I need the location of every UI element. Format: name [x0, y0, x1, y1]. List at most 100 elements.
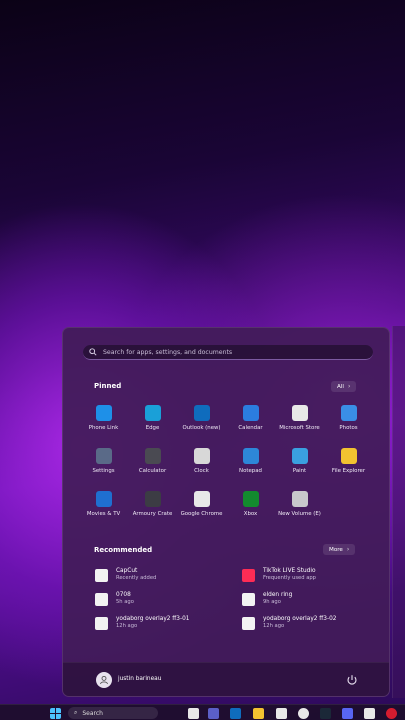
pinned-app-label: Google Chrome [180, 511, 223, 517]
pinned-title: Pinned [94, 382, 122, 390]
image-file-icon [95, 616, 108, 630]
start-search-box[interactable] [83, 345, 373, 360]
power-icon[interactable] [345, 673, 359, 687]
image-file-icon [242, 616, 255, 630]
search-input[interactable] [103, 348, 353, 356]
calendar-icon [242, 405, 259, 421]
recommended-text: yodaborg overlay2 ff3-01 12h ago [116, 616, 189, 630]
taskbar: ⌕ Search [0, 704, 405, 720]
pinned-app-label: File Explorer [331, 468, 366, 474]
secondary-panel-edge [392, 326, 405, 698]
chevron-right-icon: › [347, 383, 351, 390]
pinned-app-label: Xbox [243, 511, 258, 517]
file-explorer-taskbar-icon[interactable] [253, 708, 264, 719]
pinned-apps-grid: Phone Link Edge Outlook (new) Calendar Micro… [79, 402, 375, 525]
discord-icon[interactable] [342, 708, 353, 719]
image-file-icon [242, 592, 255, 606]
user-name[interactable]: justin barineau [118, 676, 161, 682]
recommended-item[interactable]: elden ring 9h ago [242, 590, 365, 608]
pinned-app-label: Calendar [238, 425, 263, 431]
phone-link-icon [95, 405, 112, 421]
pinned-app[interactable]: Clock [177, 445, 226, 482]
recommended-title: Recommended [94, 546, 153, 554]
start-footer: justin barineau [63, 662, 389, 696]
recommended-title: TikTok LIVE Studio [263, 568, 316, 574]
steam-icon[interactable] [320, 708, 331, 719]
recommended-item[interactable]: yodaborg overlay2 ff3-02 12h ago [242, 614, 365, 632]
start-menu: Pinned All › Phone Link Edge Outlook (new)… [62, 327, 390, 697]
drive-icon [291, 491, 308, 507]
recommended-text: CapCut Recently added [116, 568, 156, 582]
task-view-icon[interactable] [188, 708, 199, 719]
recommended-subtitle: 12h ago [116, 623, 138, 629]
app-taskbar-icon[interactable] [364, 708, 375, 719]
pinned-app[interactable]: Xbox [226, 488, 275, 525]
recommended-title: yodaborg overlay2 ff3-02 [263, 616, 337, 622]
all-apps-button[interactable]: All › [331, 381, 357, 392]
pinned-app[interactable]: File Explorer [324, 445, 373, 482]
pinned-app-label: Photos [339, 425, 358, 431]
pinned-app[interactable]: Movies & TV [79, 488, 128, 525]
outlook-taskbar-icon[interactable] [230, 708, 241, 719]
tiktok-icon [242, 568, 255, 582]
pinned-app[interactable]: New Volume (E) [275, 488, 324, 525]
pinned-app[interactable]: Photos [324, 402, 373, 439]
pinned-app-label: Phone Link [88, 425, 119, 431]
teams-icon[interactable] [208, 708, 219, 719]
pinned-app[interactable]: Edge [128, 402, 177, 439]
recommended-text: yodaborg overlay2 ff3-02 12h ago [263, 616, 336, 630]
outlook-icon [193, 405, 210, 421]
recommended-item[interactable]: TikTok LIVE Studio Frequently used app [242, 566, 365, 584]
user-avatar[interactable] [96, 672, 112, 688]
pinned-app[interactable]: Phone Link [79, 402, 128, 439]
recommended-text: TikTok LIVE Studio Frequently used app [263, 568, 316, 582]
photos-icon [340, 405, 357, 421]
pinned-app[interactable]: Notepad [226, 445, 275, 482]
recommended-subtitle: Frequently used app [263, 575, 316, 581]
pinned-app[interactable]: Armoury Crate [128, 488, 177, 525]
pinned-app-label: Armoury Crate [132, 511, 173, 517]
more-button[interactable]: More › [323, 544, 356, 555]
store-icon [291, 405, 308, 421]
recommended-item[interactable]: 0708 5h ago [95, 590, 242, 608]
recommended-text: 0708 5h ago [116, 592, 134, 606]
recommended-title: yodaborg overlay2 ff3-01 [116, 616, 190, 622]
xbox-icon [242, 491, 259, 507]
recommended-title: 0708 [116, 592, 131, 598]
gear-icon [95, 448, 112, 464]
recommended-subtitle: 9h ago [263, 599, 281, 605]
search-icon [89, 348, 97, 356]
pinned-app[interactable]: Settings [79, 445, 128, 482]
pinned-app[interactable]: Outlook (new) [177, 402, 226, 439]
taskbar-search[interactable]: ⌕ Search [68, 707, 158, 719]
pinned-app-label: Settings [92, 468, 115, 474]
folder-icon [340, 448, 357, 464]
pinned-app-label: Calculator [138, 468, 167, 474]
pinned-app[interactable]: Microsoft Store [275, 402, 324, 439]
pinned-app-label: Notepad [239, 468, 262, 474]
pinned-app-label: New Volume (E) [278, 511, 321, 517]
pinned-app-label: Outlook (new) [182, 425, 221, 431]
pinned-app[interactable]: Google Chrome [177, 488, 226, 525]
pinned-app-label: Paint [292, 468, 307, 474]
recommended-subtitle: 12h ago [263, 623, 285, 629]
chrome-taskbar-icon[interactable] [298, 708, 309, 719]
taskbar-search-icon: ⌕ [74, 709, 78, 716]
notepad-icon [242, 448, 259, 464]
pinned-app[interactable]: Calendar [226, 402, 275, 439]
capcut-icon [95, 568, 108, 582]
recommended-subtitle: Recently added [116, 575, 157, 581]
user-icon [100, 675, 108, 685]
opera-icon[interactable] [386, 708, 397, 719]
store-taskbar-icon[interactable] [276, 708, 287, 719]
recommended-item[interactable]: yodaborg overlay2 ff3-01 12h ago [95, 614, 242, 632]
chrome-icon [193, 491, 210, 507]
chevron-right-icon: › [346, 546, 350, 553]
recommended-item[interactable]: CapCut Recently added [95, 566, 242, 584]
all-apps-label: All [337, 383, 344, 390]
pinned-app[interactable]: Paint [275, 445, 324, 482]
windows-start-icon[interactable] [50, 708, 61, 719]
pinned-app[interactable]: Calculator [128, 445, 177, 482]
pinned-app-label: Microsoft Store [279, 425, 320, 431]
recommended-title: elden ring [263, 592, 293, 598]
